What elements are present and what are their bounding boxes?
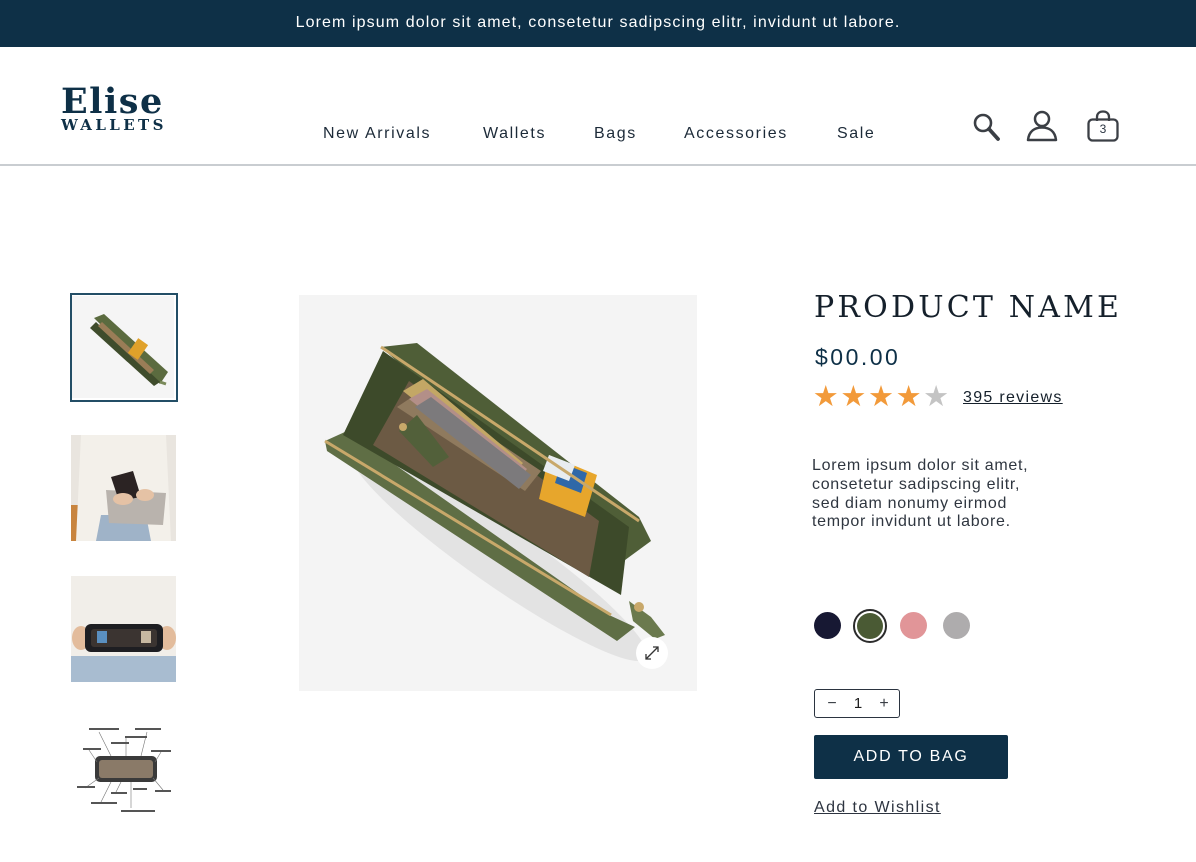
product-main-image	[299, 295, 697, 691]
brand-subtitle: WALLETS	[61, 116, 167, 134]
product-name: PRODUCT NAME	[814, 290, 1123, 325]
cart-count-badge: 3	[1099, 122, 1107, 136]
reviews-link[interactable]: 395 reviews	[963, 389, 1063, 407]
star-empty-icon: ★	[923, 381, 950, 413]
color-swatch-pink[interactable]	[900, 612, 927, 639]
star-filled-icon: ★	[895, 381, 922, 413]
quantity-decrease-button[interactable]: −	[821, 693, 843, 715]
search-icon[interactable]	[970, 111, 1002, 143]
thumbnail-4[interactable]	[71, 718, 176, 824]
quantity-value[interactable]: 1	[846, 693, 870, 715]
color-swatch-olive[interactable]	[857, 613, 883, 639]
shopping-bag-icon[interactable]: 3	[1086, 109, 1120, 143]
color-swatch-navy[interactable]	[814, 612, 841, 639]
star-filled-icon: ★	[867, 381, 894, 413]
star-filled-icon: ★	[812, 381, 839, 413]
star-filled-icon: ★	[840, 381, 867, 413]
nav-bags[interactable]: Bags	[594, 125, 637, 143]
announcement-text: Lorem ipsum dolor sit amet, consetetur s…	[295, 14, 901, 31]
nav-accessories[interactable]: Accessories	[684, 125, 788, 143]
nav-new-arrivals[interactable]: New Arrivals	[323, 125, 431, 143]
thumbnail-2[interactable]	[71, 435, 176, 541]
nav-wallets[interactable]: Wallets	[483, 125, 546, 143]
site-header: Elise WALLETS New Arrivals Wallets Bags …	[0, 47, 1196, 166]
brand-logo[interactable]: Elise WALLETS	[61, 84, 167, 133]
color-swatch-grey[interactable]	[943, 612, 970, 639]
product-description: Lorem ipsum dolor sit amet, consetetur s…	[812, 457, 1029, 531]
add-to-bag-button[interactable]: ADD TO BAG	[814, 735, 1008, 779]
product-price: $00.00	[815, 344, 901, 370]
thumbnail-1[interactable]	[72, 296, 174, 398]
add-to-wishlist-link[interactable]: Add to Wishlist	[814, 799, 941, 817]
announcement-bar: Lorem ipsum dolor sit amet, consetetur s…	[0, 0, 1196, 47]
thumbnail-3[interactable]	[71, 576, 176, 682]
expand-icon	[645, 646, 659, 660]
rating-stars: ★★★★★	[812, 380, 950, 414]
nav-sale[interactable]: Sale	[837, 125, 875, 143]
quantity-increase-button[interactable]: +	[873, 693, 895, 715]
user-icon[interactable]	[1025, 109, 1059, 143]
zoom-button[interactable]	[636, 637, 668, 669]
brand-name: Elise	[61, 81, 164, 122]
quantity-stepper: − 1 +	[814, 689, 900, 718]
